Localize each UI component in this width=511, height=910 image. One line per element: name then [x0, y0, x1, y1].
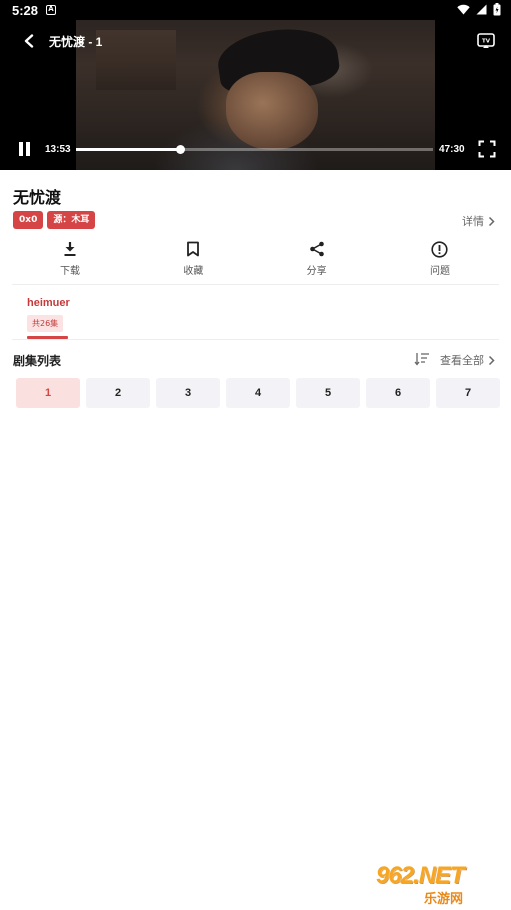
episode-button[interactable]: 5: [296, 378, 360, 408]
details-label: 详情: [462, 215, 484, 228]
watermark-logo-text: 962.NET: [376, 862, 465, 889]
progress-thumb[interactable]: [175, 145, 185, 154]
episode-button[interactable]: 2: [86, 378, 150, 408]
view-all-link[interactable]: 查看全部: [440, 352, 495, 368]
episode-button[interactable]: 3: [156, 378, 220, 408]
video-title: 无忧渡 - 1: [49, 35, 103, 49]
battery-icon: [493, 3, 501, 16]
episode-button[interactable]: 6: [366, 378, 430, 408]
progress-bar[interactable]: [76, 145, 433, 154]
episode-button[interactable]: 1: [16, 378, 80, 408]
download-button[interactable]: 下载: [40, 240, 100, 278]
back-button[interactable]: [18, 30, 40, 52]
sort-button[interactable]: [414, 351, 430, 366]
status-bar: 5:28 A: [0, 0, 511, 22]
notification-icon: A: [46, 5, 56, 15]
video-player[interactable]: 5:28 A 无忧渡 - 1 TV 13:53 47:30: [0, 0, 511, 170]
report-problem-label: 问题: [429, 266, 450, 277]
download-icon: [61, 240, 79, 258]
download-label: 下载: [60, 266, 80, 277]
status-icons: [457, 3, 501, 16]
alert-icon: [431, 240, 449, 258]
player-controls: 13:53 47:30: [0, 136, 511, 164]
show-title: 无忧渡: [13, 188, 62, 207]
tv-cast-button[interactable]: TV: [475, 30, 497, 52]
pause-bar-right: [26, 142, 30, 156]
current-time: 13:53: [45, 144, 71, 155]
share-icon: [308, 240, 326, 258]
source-badge: 源：木耳: [47, 211, 96, 229]
progress-fill: [76, 148, 180, 151]
report-problem-button[interactable]: 问题: [410, 240, 470, 278]
sort-icon: [414, 353, 429, 366]
action-row: 下载 收藏 分享 问题: [40, 240, 470, 278]
fullscreen-button[interactable]: [478, 140, 496, 158]
episode-list: 1 2 3 4 5 6 7: [16, 378, 500, 408]
resolution-badge: 0x0: [13, 211, 44, 229]
chevron-left-icon: [24, 34, 34, 48]
episode-button[interactable]: 7: [436, 378, 500, 408]
chevron-right-icon: [488, 216, 495, 226]
episode-button[interactable]: 4: [226, 378, 290, 408]
tv-cast-icon: TV: [477, 33, 495, 48]
fullscreen-icon: [478, 140, 496, 158]
badge-row: 0x0 源：木耳: [13, 211, 96, 229]
site-watermark: 962.NET 乐游网: [372, 862, 504, 907]
bookmark-icon: [184, 240, 202, 258]
status-time: 5:28: [12, 3, 39, 18]
bookmark-button[interactable]: 收藏: [163, 240, 223, 278]
source-name: heimuer: [27, 297, 70, 309]
pause-bar-left: [19, 142, 23, 156]
wifi-icon: [457, 4, 470, 15]
details-link[interactable]: 详情: [462, 213, 495, 229]
total-time: 47:30: [439, 144, 465, 155]
pause-button[interactable]: [16, 140, 34, 160]
svg-text:TV: TV: [482, 39, 491, 45]
share-label: 分享: [306, 266, 327, 277]
chevron-right-icon: [488, 355, 495, 365]
bookmark-label: 收藏: [183, 266, 204, 277]
signal-icon: [476, 4, 487, 15]
share-button[interactable]: 分享: [287, 240, 347, 278]
episode-count-badge: 共26集: [27, 315, 64, 332]
watermark-site-name: 乐游网: [424, 892, 464, 907]
episode-list-heading: 剧集列表: [13, 354, 62, 368]
divider: [12, 339, 499, 340]
player-top-bar: 无忧渡 - 1 TV: [0, 28, 511, 54]
divider: [12, 284, 499, 285]
view-all-label: 查看全部: [440, 354, 484, 367]
